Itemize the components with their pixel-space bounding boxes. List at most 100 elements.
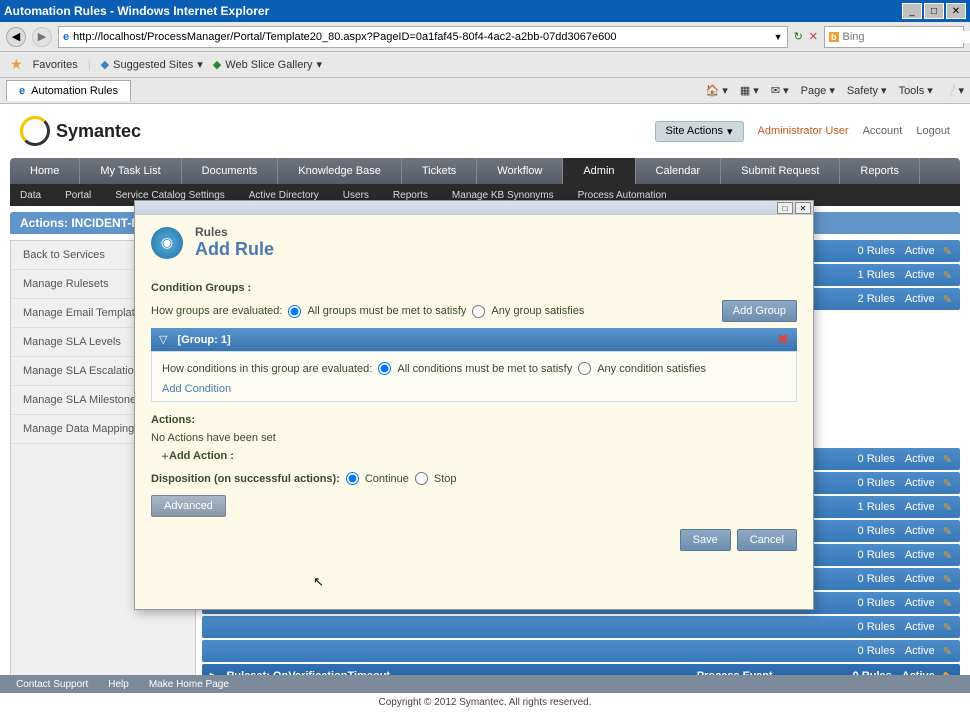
symantec-logo: Symantec	[20, 116, 141, 146]
nav-workflow[interactable]: Workflow	[477, 158, 563, 184]
edit-icon[interactable]: ✎	[943, 245, 952, 258]
rule-count: 0 Rules	[858, 645, 895, 657]
add-group-button[interactable]: Add Group	[722, 300, 797, 322]
refresh-icon[interactable]: ↻	[794, 30, 803, 43]
edit-icon[interactable]: ✎	[943, 525, 952, 538]
cond-all-radio[interactable]	[378, 362, 391, 375]
maximize-button[interactable]: □	[924, 3, 944, 19]
delete-group-icon[interactable]: ✖	[777, 331, 789, 348]
stop-label: Stop	[434, 473, 457, 485]
edit-icon[interactable]: ✎	[943, 597, 952, 610]
nav-submit-request[interactable]: Submit Request	[721, 158, 840, 184]
nav-knowledge-base[interactable]: Knowledge Base	[278, 158, 402, 184]
nav-calendar[interactable]: Calendar	[636, 158, 722, 184]
search-bar[interactable]: b 🔍	[824, 26, 964, 48]
subnav-service-catalog[interactable]: Service Catalog Settings	[115, 190, 225, 201]
ie-home-icon[interactable]: 🏠 ▾	[706, 84, 728, 97]
rule-count: 2 Rules	[858, 293, 895, 305]
cancel-button[interactable]: Cancel	[737, 529, 797, 551]
nav-home[interactable]: Home	[10, 158, 80, 184]
subnav-active-directory[interactable]: Active Directory	[249, 190, 319, 201]
edit-icon[interactable]: ✎	[943, 293, 952, 306]
ie-safety-menu[interactable]: Safety ▾	[847, 84, 887, 97]
back-button[interactable]: ◀	[6, 27, 26, 47]
modal-maximize-button[interactable]: □	[777, 202, 793, 214]
rules-icon: ◉	[151, 227, 183, 259]
stop-radio[interactable]	[415, 472, 428, 485]
subnav-portal[interactable]: Portal	[65, 190, 91, 201]
eval-any-radio[interactable]	[472, 305, 485, 318]
ie-feed-icon[interactable]: ▦ ▾	[740, 84, 759, 97]
edit-icon[interactable]: ✎	[943, 453, 952, 466]
rule-count: 0 Rules	[858, 245, 895, 257]
subnav-reports[interactable]: Reports	[393, 190, 428, 201]
edit-icon[interactable]: ✎	[943, 269, 952, 282]
rule-status: Active	[905, 501, 935, 513]
ie-tools-menu[interactable]: Tools ▾	[899, 84, 933, 97]
logo-text: Symantec	[56, 121, 141, 142]
edit-icon[interactable]: ✎	[943, 549, 952, 562]
condition-groups-label: Condition Groups :	[151, 282, 797, 294]
page-header: Symantec Site Actions▾ Administrator Use…	[0, 104, 970, 158]
nav-tickets[interactable]: Tickets	[402, 158, 477, 184]
subnav-data[interactable]: Data	[20, 190, 41, 201]
add-action-link[interactable]: ＋Add Action :	[161, 450, 797, 462]
eval-all-radio[interactable]	[288, 305, 301, 318]
ie-icon: e	[19, 85, 25, 97]
edit-icon[interactable]: ✎	[943, 501, 952, 514]
modal-close-button[interactable]: ✕	[795, 202, 811, 214]
suggested-sites-link[interactable]: ◆Suggested Sites ▾	[101, 58, 203, 71]
ie-help-icon[interactable]: ❔▾	[945, 84, 964, 97]
site-actions-button[interactable]: Site Actions▾	[655, 121, 744, 142]
make-home-link[interactable]: Make Home Page	[149, 679, 229, 687]
modal-breadcrumb: Rules	[195, 225, 274, 239]
logout-link[interactable]: Logout	[916, 125, 950, 137]
contact-support-link[interactable]: Contact Support	[16, 679, 88, 687]
tab-label: Automation Rules	[31, 85, 118, 97]
search-input[interactable]	[843, 31, 970, 43]
subnav-process-automation[interactable]: Process Automation	[578, 190, 667, 201]
nav-reports[interactable]: Reports	[840, 158, 920, 184]
edit-icon[interactable]: ✎	[943, 645, 952, 658]
save-button[interactable]: Save	[680, 529, 731, 551]
tab-bar: e Automation Rules 🏠 ▾ ▦ ▾ ✉ ▾ Page ▾ Sa…	[0, 78, 970, 104]
edit-icon[interactable]: ✎	[943, 573, 952, 586]
cursor-icon: ↖	[313, 574, 324, 590]
close-button[interactable]: ✕	[946, 3, 966, 19]
group-header[interactable]: ▽ [Group: 1] ✖	[151, 328, 797, 351]
collapse-icon[interactable]: ▽	[159, 333, 167, 346]
rule-row[interactable]: 0 RulesActive✎	[202, 640, 960, 662]
stop-icon[interactable]: ✕	[809, 30, 818, 43]
ie-mail-icon[interactable]: ✉ ▾	[771, 84, 789, 97]
add-condition-link[interactable]: Add Condition	[162, 383, 231, 395]
modal-footer: Save Cancel	[135, 523, 813, 557]
rule-row[interactable]: 0 RulesActive✎	[202, 616, 960, 638]
edit-icon[interactable]: ✎	[943, 621, 952, 634]
nav-my-task-list[interactable]: My Task List	[80, 158, 181, 184]
subnav-kb-synonyms[interactable]: Manage KB Synonyms	[452, 190, 554, 201]
actions-label: Actions:	[151, 414, 797, 426]
nav-documents[interactable]: Documents	[182, 158, 279, 184]
advanced-button[interactable]: Advanced	[151, 495, 226, 517]
subnav-users[interactable]: Users	[343, 190, 369, 201]
rule-status: Active	[905, 621, 935, 633]
favorites-label[interactable]: Favorites	[33, 59, 78, 71]
account-link[interactable]: Account	[863, 125, 903, 137]
help-link[interactable]: Help	[108, 679, 129, 687]
continue-radio[interactable]	[346, 472, 359, 485]
address-bar[interactable]: e ▼	[58, 26, 788, 48]
browser-tab[interactable]: e Automation Rules	[6, 80, 131, 101]
url-input[interactable]	[73, 31, 774, 43]
favorites-star-icon[interactable]: ★	[10, 56, 23, 73]
rule-count: 0 Rules	[858, 525, 895, 537]
ie-page-menu[interactable]: Page ▾	[801, 84, 835, 97]
edit-icon[interactable]: ✎	[943, 477, 952, 490]
rule-count: 0 Rules	[858, 573, 895, 585]
minimize-button[interactable]: _	[902, 3, 922, 19]
cond-any-radio[interactable]	[578, 362, 591, 375]
admin-user-link[interactable]: Administrator User	[758, 125, 849, 137]
forward-button[interactable]: ▶	[32, 27, 52, 47]
nav-admin[interactable]: Admin	[563, 158, 635, 184]
web-slice-link[interactable]: ◆Web Slice Gallery ▾	[213, 58, 322, 71]
dropdown-icon[interactable]: ▼	[774, 32, 783, 42]
